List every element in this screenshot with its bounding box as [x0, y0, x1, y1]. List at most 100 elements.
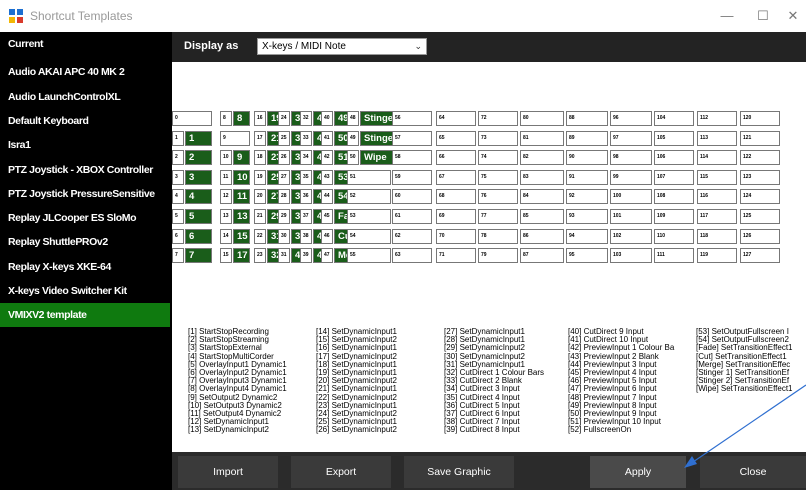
key-number-cell[interactable]: 17 — [254, 130, 266, 146]
key-number-cell[interactable]: 68 — [436, 189, 476, 205]
key-number-cell[interactable]: 8 — [220, 111, 232, 126]
key-number-cell[interactable]: 94 — [566, 228, 608, 244]
key-number-cell[interactable]: 96 — [610, 111, 652, 126]
key-number-cell[interactable]: 58 — [392, 150, 432, 166]
key-number-cell[interactable]: 16 — [254, 111, 266, 126]
key-number-cell[interactable]: 107 — [654, 169, 694, 185]
sidebar-item[interactable]: PTZ Joystick - XBOX Controller — [0, 158, 170, 182]
key-number-cell[interactable]: 11 — [220, 169, 232, 185]
key-number-cell[interactable]: 86 — [520, 228, 564, 244]
key-number-cell[interactable]: 32 — [300, 111, 312, 126]
key-label-cell[interactable]: 3 — [185, 169, 212, 185]
sidebar-item[interactable]: Current — [0, 32, 170, 56]
key-number-cell[interactable]: 35 — [300, 169, 312, 185]
key-number-cell[interactable]: 106 — [654, 150, 694, 166]
key-number-cell[interactable]: 12 — [220, 189, 232, 205]
key-number-cell[interactable]: 1 — [172, 130, 184, 146]
key-number-cell[interactable]: 34 — [300, 150, 312, 166]
key-number-cell[interactable]: 10 — [220, 150, 232, 166]
key-number-cell[interactable]: 97 — [610, 130, 652, 146]
key-label-cell[interactable]: 15 — [233, 228, 250, 244]
key-number-cell[interactable]: 95 — [566, 248, 608, 264]
key-number-cell[interactable]: 77 — [478, 209, 518, 224]
key-number-cell[interactable]: 118 — [697, 228, 737, 244]
key-number-cell[interactable]: 38 — [300, 228, 312, 244]
key-number-cell[interactable]: 71 — [436, 248, 476, 264]
key-number-cell[interactable]: 76 — [478, 189, 518, 205]
key-number-cell[interactable]: 65 — [436, 130, 476, 146]
key-number-cell[interactable]: 89 — [566, 130, 608, 146]
key-label-cell[interactable]: 13 — [233, 209, 250, 224]
key-number-cell[interactable]: 23 — [254, 248, 266, 264]
key-number-cell[interactable]: 124 — [740, 189, 780, 205]
key-number-cell[interactable]: 7 — [172, 248, 184, 264]
key-number-cell[interactable]: 67 — [436, 169, 476, 185]
key-number-cell[interactable]: 29 — [278, 209, 290, 224]
key-number-cell[interactable]: 80 — [520, 111, 564, 126]
key-number-cell[interactable]: 26 — [278, 150, 290, 166]
key-number-cell[interactable]: 123 — [740, 169, 780, 185]
key-number-cell[interactable]: 112 — [697, 111, 737, 126]
sidebar-item[interactable]: Isra1 — [0, 133, 170, 157]
display-as-select[interactable]: X-keys / MIDI Note ⌄ — [257, 38, 427, 55]
key-number-cell[interactable]: 28 — [278, 189, 290, 205]
key-number-cell[interactable]: 52 — [347, 189, 391, 205]
key-number-cell[interactable]: 2 — [172, 150, 184, 166]
sidebar-item[interactable]: PTZ Joystick PressureSensitive — [0, 182, 170, 206]
key-number-cell[interactable]: 84 — [520, 189, 564, 205]
key-number-cell[interactable]: 27 — [278, 169, 290, 185]
key-label-cell[interactable]: 2 — [185, 150, 212, 166]
key-number-cell[interactable]: 46 — [321, 228, 333, 244]
key-number-cell[interactable]: 56 — [392, 111, 432, 126]
key-number-cell[interactable]: 83 — [520, 169, 564, 185]
key-number-cell[interactable]: 53 — [347, 209, 391, 224]
key-number-cell[interactable]: 111 — [654, 248, 694, 264]
key-number-cell[interactable]: 55 — [347, 248, 391, 264]
key-number-cell[interactable]: 42 — [321, 150, 333, 166]
key-number-cell[interactable]: 116 — [697, 189, 737, 205]
key-number-cell[interactable]: 73 — [478, 130, 518, 146]
key-number-cell[interactable]: 99 — [610, 169, 652, 185]
key-label-cell[interactable]: 7 — [185, 248, 212, 264]
key-number-cell[interactable]: 9 — [220, 130, 250, 146]
key-number-cell[interactable]: 25 — [278, 130, 290, 146]
save-graphic-button[interactable]: Save Graphic — [404, 456, 514, 488]
key-number-cell[interactable]: 21 — [254, 209, 266, 224]
key-number-cell[interactable]: 105 — [654, 130, 694, 146]
sidebar-item[interactable]: Audio AKAI APC 40 MK 2 — [0, 60, 170, 84]
key-number-cell[interactable]: 82 — [520, 150, 564, 166]
key-number-cell[interactable]: 24 — [278, 111, 290, 126]
key-number-cell[interactable]: 74 — [478, 150, 518, 166]
key-number-cell[interactable]: 30 — [278, 228, 290, 244]
key-number-cell[interactable]: 90 — [566, 150, 608, 166]
sidebar-item[interactable]: Default Keyboard — [0, 109, 170, 133]
sidebar-item[interactable]: Audio LaunchControlXL — [0, 85, 170, 109]
key-number-cell[interactable]: 78 — [478, 228, 518, 244]
key-number-cell[interactable]: 50 — [347, 150, 359, 166]
key-number-cell[interactable]: 102 — [610, 228, 652, 244]
key-number-cell[interactable]: 19 — [254, 169, 266, 185]
key-number-cell[interactable]: 3 — [172, 169, 184, 185]
key-label-cell[interactable]: 9 — [233, 150, 250, 166]
key-number-cell[interactable]: 87 — [520, 248, 564, 264]
key-number-cell[interactable]: 37 — [300, 209, 312, 224]
minimize-button[interactable]: — — [712, 6, 742, 26]
key-label-cell[interactable]: 6 — [185, 228, 212, 244]
key-number-cell[interactable]: 79 — [478, 248, 518, 264]
key-number-cell[interactable]: 85 — [520, 209, 564, 224]
key-number-cell[interactable]: 59 — [392, 169, 432, 185]
key-label-cell[interactable]: 4 — [185, 189, 212, 205]
key-number-cell[interactable]: 39 — [300, 248, 312, 264]
key-label-cell[interactable]: 10 — [233, 169, 250, 185]
key-number-cell[interactable]: 98 — [610, 150, 652, 166]
sidebar-item[interactable]: VMIXV2 template — [0, 303, 170, 328]
key-number-cell[interactable]: 20 — [254, 189, 266, 205]
key-number-cell[interactable]: 14 — [220, 228, 232, 244]
key-number-cell[interactable]: 40 — [321, 111, 333, 126]
key-number-cell[interactable]: 113 — [697, 130, 737, 146]
maximize-button[interactable]: ☐ — [748, 6, 778, 26]
key-number-cell[interactable]: 100 — [610, 189, 652, 205]
key-number-cell[interactable]: 57 — [392, 130, 432, 146]
key-number-cell[interactable]: 101 — [610, 209, 652, 224]
key-number-cell[interactable]: 45 — [321, 209, 333, 224]
